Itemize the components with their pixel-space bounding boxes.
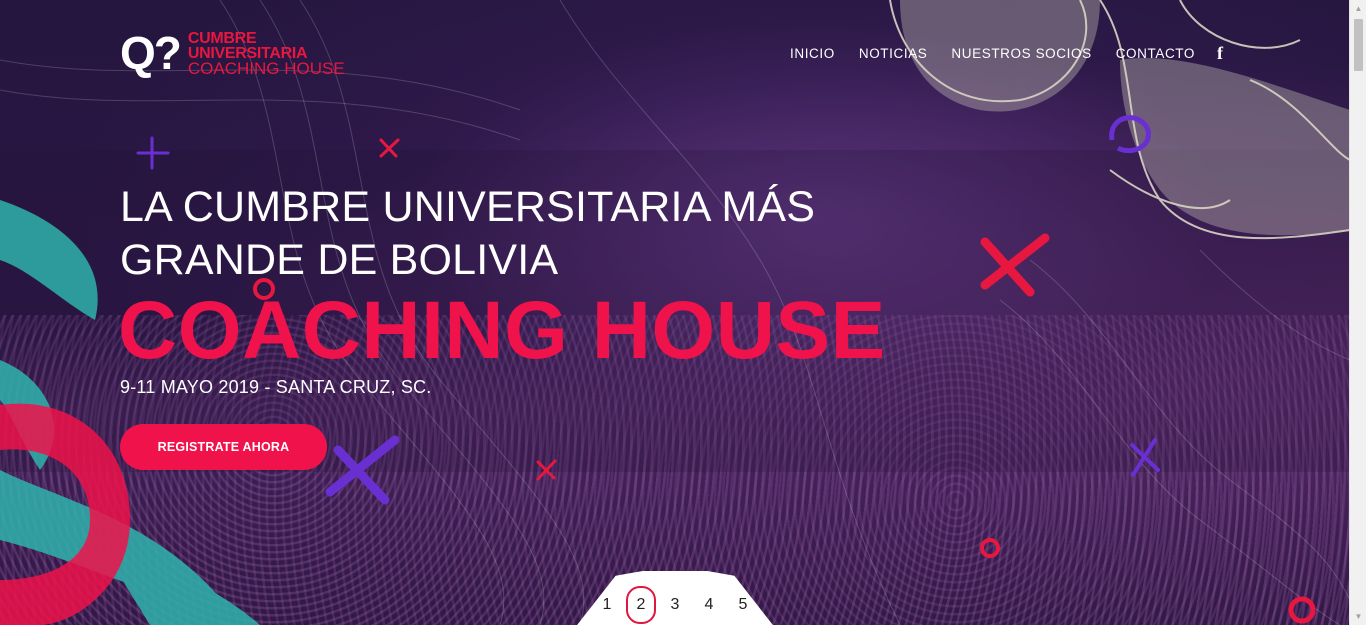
page: Q? CUMBRE UNIVERSITARIA COACHING HOUSE I…	[0, 0, 1366, 625]
hero-brand-title: COACHING HOUSE	[118, 285, 886, 376]
nav-item-inicio[interactable]: INICIO	[790, 46, 835, 61]
pager-item-2-active[interactable]: 2	[626, 586, 656, 624]
hero-headline: LA CUMBRE UNIVERSITARIA MÁS GRANDE DE BO…	[120, 183, 816, 284]
logo-line-1: CUMBRE	[187, 29, 257, 47]
nav-item-contacto[interactable]: CONTACTO	[1116, 46, 1195, 61]
vertical-scrollbar[interactable]: ▲ ▼	[1349, 0, 1366, 625]
site-logo[interactable]: Q? CUMBRE UNIVERSITARIA COACHING HOUSE	[120, 27, 345, 79]
register-button[interactable]: REGISTRATE AHORA	[120, 424, 327, 470]
event-date: 9-11 MAYO 2019 - SANTA CRUZ, SC.	[120, 377, 432, 397]
scrollbar-thumb[interactable]	[1354, 19, 1363, 71]
main-nav: INICIO NOTICIAS NUESTROS SOCIOS CONTACTO…	[790, 43, 1248, 64]
logo-line-3: COACHING HOUSE	[187, 58, 345, 78]
nav-item-nuestros-socios[interactable]: NUESTROS SOCIOS	[951, 46, 1091, 61]
logo-text: CUMBRE UNIVERSITARIA COACHING HOUSE	[187, 29, 345, 78]
scroll-down-arrow-icon[interactable]: ▼	[1350, 608, 1366, 625]
pager-item-4[interactable]: 4	[692, 586, 726, 624]
facebook-icon[interactable]: f	[1217, 43, 1224, 64]
logo-mark: Q?	[120, 27, 182, 79]
pager-item-5[interactable]: 5	[726, 586, 760, 624]
pager-item-1[interactable]: 1	[590, 586, 624, 624]
slide-pager: 1 2 3 4 5	[590, 586, 760, 624]
scroll-up-arrow-icon[interactable]: ▲	[1350, 0, 1366, 17]
nav-item-noticias[interactable]: NOTICIAS	[859, 46, 928, 61]
pager-item-3[interactable]: 3	[658, 586, 692, 624]
